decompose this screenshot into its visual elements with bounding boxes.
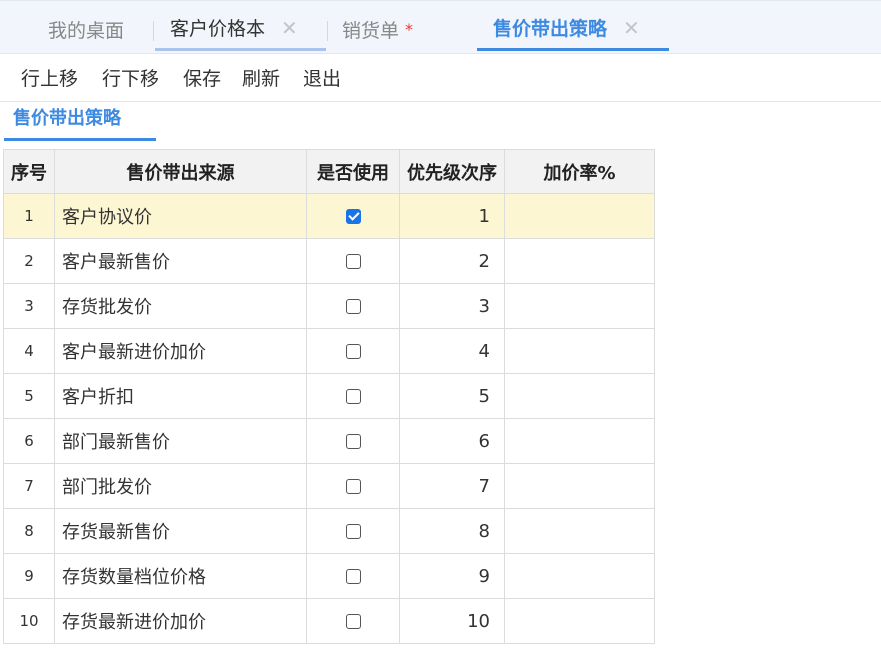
priority-cell[interactable]: 6 bbox=[399, 418, 505, 464]
price-source-cell[interactable]: 客户折扣 bbox=[54, 373, 307, 419]
tab-customer-price-book[interactable]: 客户价格本 ✕ bbox=[155, 7, 326, 51]
tab-label: 销货单 bbox=[342, 19, 400, 42]
use-checkbox[interactable] bbox=[345, 614, 361, 629]
markup-rate-cell[interactable] bbox=[504, 463, 655, 509]
use-cell bbox=[306, 193, 400, 239]
tab-separator bbox=[327, 21, 328, 41]
priority-cell[interactable]: 2 bbox=[399, 238, 505, 284]
row-number: 9 bbox=[3, 553, 55, 599]
price-source-cell[interactable]: 部门批发价 bbox=[54, 463, 307, 509]
row-number: 5 bbox=[3, 373, 55, 419]
section-title: 售价带出策略 bbox=[4, 103, 156, 141]
priority-cell[interactable]: 8 bbox=[399, 508, 505, 554]
use-checkbox[interactable] bbox=[345, 344, 361, 359]
use-cell bbox=[306, 418, 400, 464]
use-checkbox[interactable] bbox=[345, 209, 361, 224]
tab-bar: 我的桌面 客户价格本 ✕ 销货单 * 售价带出策略 ✕ bbox=[0, 0, 881, 54]
column-header-no: 序号 bbox=[3, 149, 55, 194]
tab-label: 售价带出策略 bbox=[493, 18, 608, 40]
tab-label: 我的桌面 bbox=[48, 19, 125, 42]
priority-cell[interactable]: 3 bbox=[399, 283, 505, 329]
priority-cell[interactable]: 1 bbox=[399, 193, 505, 239]
table-row[interactable]: 4 客户最新进价加价 4 bbox=[3, 328, 655, 374]
use-cell bbox=[306, 598, 400, 644]
close-icon[interactable]: ✕ bbox=[281, 16, 298, 40]
toolbar: 行上移 行下移 保存 刷新 退出 bbox=[0, 54, 881, 102]
priority-cell[interactable]: 7 bbox=[399, 463, 505, 509]
price-source-cell[interactable]: 客户最新进价加价 bbox=[54, 328, 307, 374]
use-checkbox[interactable] bbox=[345, 434, 361, 449]
markup-rate-cell[interactable] bbox=[504, 283, 655, 329]
markup-rate-cell[interactable] bbox=[504, 328, 655, 374]
row-number: 3 bbox=[3, 283, 55, 329]
move-row-down-button[interactable]: 行下移 bbox=[102, 64, 159, 91]
tab-separator bbox=[153, 21, 154, 41]
priority-cell[interactable]: 10 bbox=[399, 598, 505, 644]
close-icon[interactable]: ✕ bbox=[623, 16, 640, 40]
table-row[interactable]: 10 存货最新进价加价 10 bbox=[3, 598, 655, 644]
table-row[interactable]: 2 客户最新售价 2 bbox=[3, 238, 655, 284]
markup-rate-cell[interactable] bbox=[504, 598, 655, 644]
save-button[interactable]: 保存 bbox=[183, 64, 221, 91]
use-checkbox[interactable] bbox=[345, 254, 361, 269]
priority-cell[interactable]: 4 bbox=[399, 328, 505, 374]
priority-cell[interactable]: 9 bbox=[399, 553, 505, 599]
move-row-up-button[interactable]: 行上移 bbox=[21, 64, 78, 91]
row-number: 10 bbox=[3, 598, 55, 644]
row-number: 7 bbox=[3, 463, 55, 509]
use-checkbox[interactable] bbox=[345, 524, 361, 539]
row-number: 1 bbox=[3, 193, 55, 239]
table-row[interactable]: 5 客户折扣 5 bbox=[3, 373, 655, 419]
row-number: 8 bbox=[3, 508, 55, 554]
markup-rate-cell[interactable] bbox=[504, 553, 655, 599]
use-cell bbox=[306, 553, 400, 599]
use-checkbox[interactable] bbox=[345, 299, 361, 314]
row-number: 4 bbox=[3, 328, 55, 374]
use-checkbox[interactable] bbox=[345, 479, 361, 494]
column-header-priority: 优先级次序 bbox=[399, 149, 505, 194]
price-source-cell[interactable]: 客户协议价 bbox=[54, 193, 307, 239]
table-row[interactable]: 6 部门最新售价 6 bbox=[3, 418, 655, 464]
price-source-cell[interactable]: 部门最新售价 bbox=[54, 418, 307, 464]
table-row[interactable]: 8 存货最新售价 8 bbox=[3, 508, 655, 554]
priority-cell[interactable]: 5 bbox=[399, 373, 505, 419]
table-row[interactable]: 3 存货批发价 3 bbox=[3, 283, 655, 329]
row-number: 6 bbox=[3, 418, 55, 464]
use-cell bbox=[306, 283, 400, 329]
markup-rate-cell[interactable] bbox=[504, 508, 655, 554]
use-cell bbox=[306, 463, 400, 509]
price-source-cell[interactable]: 存货数量档位价格 bbox=[54, 553, 307, 599]
column-header-use: 是否使用 bbox=[306, 149, 400, 194]
price-source-cell[interactable]: 存货最新售价 bbox=[54, 508, 307, 554]
table-row[interactable]: 9 存货数量档位价格 9 bbox=[3, 553, 655, 599]
unsaved-indicator: * bbox=[405, 19, 414, 39]
table-row[interactable]: 1 客户协议价 1 bbox=[3, 193, 655, 239]
exit-button[interactable]: 退出 bbox=[303, 64, 341, 91]
use-checkbox[interactable] bbox=[345, 569, 361, 584]
strategy-table: 序号 售价带出来源 是否使用 优先级次序 加价率% 1 客户协议价 1 2 客户… bbox=[3, 149, 655, 644]
use-checkbox[interactable] bbox=[345, 389, 361, 404]
tab-desktop[interactable]: 我的桌面 bbox=[48, 7, 124, 51]
row-number: 2 bbox=[3, 238, 55, 284]
tab-price-strategy[interactable]: 售价带出策略 ✕ bbox=[477, 7, 669, 51]
markup-rate-cell[interactable] bbox=[504, 418, 655, 464]
markup-rate-cell[interactable] bbox=[504, 373, 655, 419]
price-source-cell[interactable]: 存货批发价 bbox=[54, 283, 307, 329]
table-row[interactable]: 7 部门批发价 7 bbox=[3, 463, 655, 509]
column-header-rate: 加价率% bbox=[504, 149, 655, 194]
markup-rate-cell[interactable] bbox=[504, 193, 655, 239]
use-cell bbox=[306, 328, 400, 374]
refresh-button[interactable]: 刷新 bbox=[242, 64, 280, 91]
use-cell bbox=[306, 373, 400, 419]
column-header-source: 售价带出来源 bbox=[54, 149, 307, 194]
tab-label: 客户价格本 bbox=[170, 18, 266, 40]
use-cell bbox=[306, 508, 400, 554]
use-cell bbox=[306, 238, 400, 284]
markup-rate-cell[interactable] bbox=[504, 238, 655, 284]
table-header-row: 序号 售价带出来源 是否使用 优先级次序 加价率% bbox=[3, 149, 655, 194]
price-source-cell[interactable]: 客户最新售价 bbox=[54, 238, 307, 284]
price-source-cell[interactable]: 存货最新进价加价 bbox=[54, 598, 307, 644]
tab-sales-order[interactable]: 销货单 * bbox=[342, 7, 413, 51]
